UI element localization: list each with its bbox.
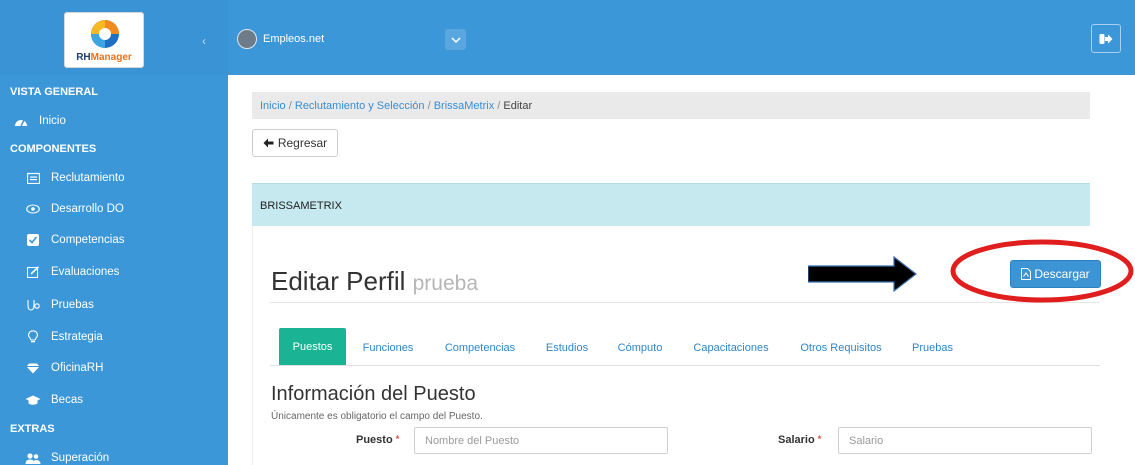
- sidebar-item-label: OficinaRH: [51, 362, 104, 374]
- tab-otros-requisitos[interactable]: Otros Requisitos: [793, 329, 889, 366]
- sidebar-item-label: Evaluaciones: [51, 266, 120, 278]
- back-button[interactable]: Regresar: [252, 129, 338, 157]
- app-root: RHManager ‹ VISTA GENERAL Inicio COMPONE…: [0, 0, 1135, 465]
- sidebar-item-competencias[interactable]: Competencias: [10, 229, 220, 251]
- tab-puestos[interactable]: Puestos: [279, 328, 346, 365]
- diamond-icon: [24, 361, 42, 375]
- lightbulb-icon: [24, 330, 42, 344]
- app-logo[interactable]: RHManager: [64, 12, 144, 68]
- brand-dropdown-button[interactable]: [445, 29, 466, 50]
- sidebar-item-superacion[interactable]: Superación: [10, 447, 220, 465]
- page-title-text: Editar Perfil: [271, 266, 406, 296]
- sidebar-item-pruebas[interactable]: Pruebas: [10, 294, 220, 316]
- top-bar: Empleos.net: [228, 0, 1135, 75]
- sidebar-section-extras: EXTRAS: [10, 423, 55, 435]
- sidebar-item-evaluaciones[interactable]: Evaluaciones: [10, 261, 220, 283]
- section-title: Información del Puesto: [271, 383, 476, 405]
- sidebar: RHManager ‹ VISTA GENERAL Inicio COMPONE…: [0, 0, 228, 465]
- edit-icon: [24, 265, 42, 279]
- tab-funciones[interactable]: Funciones: [356, 329, 420, 366]
- breadcrumb-reclutamiento[interactable]: Reclutamiento y Selección: [295, 100, 425, 112]
- logo-text: RHManager: [76, 52, 132, 63]
- sidebar-item-inicio[interactable]: Inicio: [10, 110, 220, 132]
- logout-button[interactable]: [1091, 24, 1121, 53]
- salario-label: Salario *: [778, 434, 821, 446]
- salario-label-text: Salario: [778, 434, 815, 446]
- sidebar-item-label: Desarrollo DO: [51, 203, 124, 215]
- sidebar-collapse-icon[interactable]: ‹: [202, 34, 206, 48]
- required-marker: *: [395, 434, 400, 444]
- sidebar-item-label: Superación: [51, 452, 110, 464]
- dashboard-icon: [12, 114, 30, 128]
- breadcrumb-current: Editar: [503, 100, 533, 112]
- logo-area: RHManager ‹: [0, 0, 228, 75]
- users-icon: [24, 451, 42, 465]
- puesto-label: Puesto *: [356, 434, 399, 446]
- breadcrumb-inicio[interactable]: Inicio: [260, 100, 286, 112]
- tab-capacitaciones[interactable]: Capacitaciones: [687, 329, 775, 366]
- sidebar-item-label: Becas: [51, 394, 83, 406]
- sidebar-item-estrategia[interactable]: Estrategia: [10, 326, 220, 348]
- chevron-down-icon: [450, 36, 461, 43]
- eye-icon: [24, 202, 42, 216]
- sidebar-item-label: Pruebas: [51, 299, 94, 311]
- sign-out-icon: [1099, 33, 1113, 44]
- salario-input[interactable]: [838, 427, 1092, 454]
- annotation-circle-icon: [950, 239, 1134, 303]
- sidebar-section-components: COMPONENTES: [10, 143, 97, 155]
- sidebar-item-becas[interactable]: Becas: [10, 389, 220, 411]
- breadcrumb-brissametrix[interactable]: BrissaMetrix: [434, 100, 495, 112]
- logo-mark-icon: [91, 20, 119, 48]
- tab-competencias[interactable]: Competencias: [438, 329, 522, 366]
- sidebar-item-label: Competencias: [51, 234, 125, 246]
- folder-icon: [24, 171, 42, 185]
- puesto-input[interactable]: [414, 427, 668, 454]
- page-subtitle: prueba: [412, 272, 479, 295]
- arrow-left-icon: [263, 138, 274, 148]
- puesto-label-text: Puesto: [356, 434, 393, 446]
- back-button-label: Regresar: [277, 136, 328, 150]
- flask-icon: [24, 298, 42, 312]
- check-square-icon: [24, 233, 42, 247]
- annotation-arrow-icon: [808, 256, 917, 292]
- graduation-cap-icon: [24, 393, 42, 407]
- tab-pruebas[interactable]: Pruebas: [907, 329, 958, 366]
- sidebar-item-desarrollo[interactable]: Desarrollo DO: [10, 198, 220, 220]
- tab-computo[interactable]: Cómputo: [613, 329, 667, 366]
- sidebar-item-oficinarh[interactable]: OficinaRH: [10, 357, 220, 379]
- breadcrumb: Inicio / Reclutamiento y Selección / Bri…: [252, 92, 1090, 119]
- required-marker: *: [817, 434, 822, 444]
- page-title: Editar Perfil prueba: [271, 266, 478, 297]
- sidebar-item-reclutamiento[interactable]: Reclutamiento: [10, 167, 220, 189]
- globe-icon: [237, 29, 257, 49]
- section-note: Únicamente es obligatorio el campo del P…: [271, 411, 483, 422]
- brand-name: Empleos.net: [263, 33, 325, 45]
- sidebar-item-label: Reclutamiento: [51, 172, 125, 184]
- sidebar-item-label: Estrategia: [51, 331, 103, 343]
- sidebar-item-label: Inicio: [39, 115, 66, 127]
- tab-bar: Puestos Funciones Competencias Estudios …: [270, 327, 1100, 366]
- sidebar-section-general: VISTA GENERAL: [10, 86, 99, 98]
- brand-link[interactable]: Empleos.net: [237, 29, 324, 49]
- tab-estudios[interactable]: Estudios: [538, 329, 596, 366]
- panel-header: BRISSAMETRIX: [252, 183, 1090, 226]
